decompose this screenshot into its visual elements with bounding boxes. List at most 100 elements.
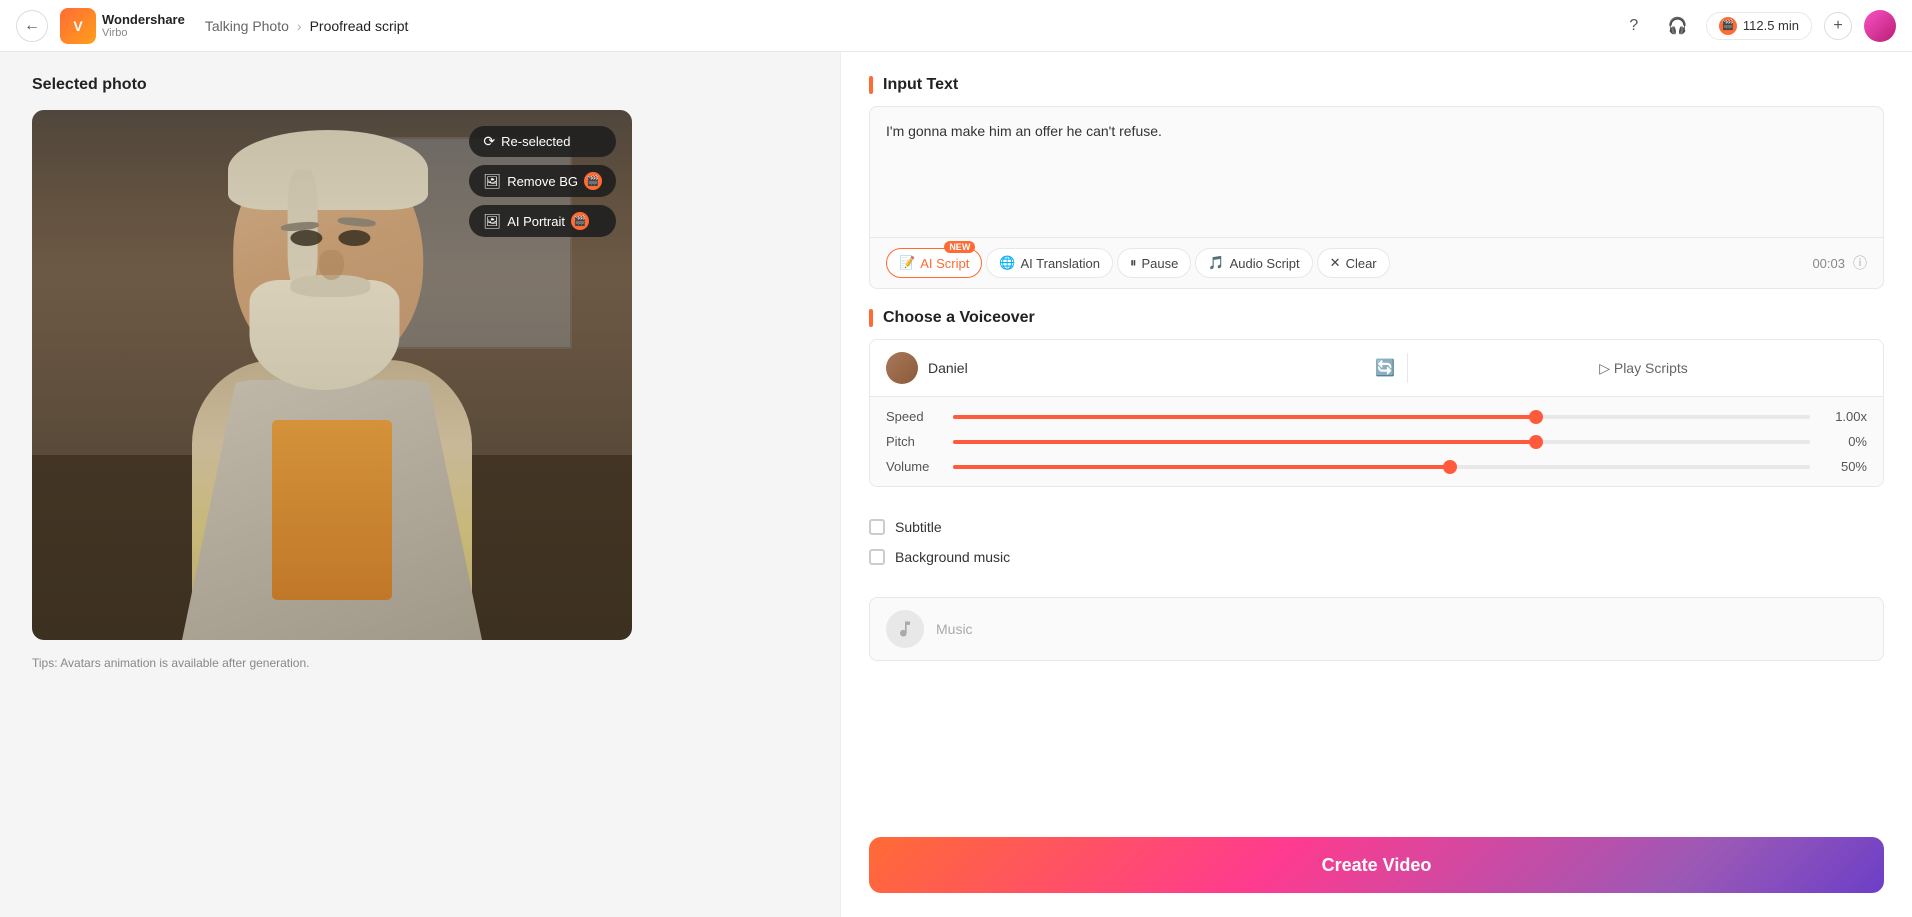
voiceover-header: Daniel 🔄 ▷ Play Scripts — [870, 340, 1883, 397]
volume-track[interactable] — [953, 465, 1810, 469]
credits-display[interactable]: 🎬 112.5 min — [1706, 12, 1812, 40]
sliders-section: Speed 1.00x Pitch — [870, 397, 1883, 486]
ai-translation-label: AI Translation — [1021, 256, 1101, 271]
time-display: 00:03 — [1812, 256, 1845, 271]
speed-label: Speed — [886, 409, 941, 424]
audio-script-button[interactable]: 🎵 Audio Script — [1195, 248, 1312, 278]
ai-script-icon: 📝 — [899, 255, 915, 271]
music-placeholder: Music — [936, 621, 973, 637]
speed-value: 1.00x — [1822, 409, 1867, 424]
ai-portrait-label: AI Portrait — [507, 214, 565, 229]
ai-script-label: AI Script — [920, 256, 969, 271]
volume-label: Volume — [886, 459, 941, 474]
divider — [1407, 353, 1408, 383]
create-video-label: Create Video — [1322, 855, 1432, 876]
help-button[interactable]: ? — [1618, 10, 1650, 42]
subtitle-checkbox[interactable] — [869, 519, 885, 535]
topbar: ← V Wondershare Virbo Talking Photo › Pr… — [0, 0, 1912, 52]
clear-label: Clear — [1346, 256, 1377, 271]
input-text-title: Input Text — [869, 76, 1884, 94]
remove-bg-badge: 🎬 — [584, 172, 602, 190]
background-music-label: Background music — [895, 549, 1010, 565]
info-icon[interactable]: ⓘ — [1853, 253, 1867, 273]
remove-bg-button[interactable]: 🖼 Remove BG 🎬 — [469, 165, 616, 197]
background-music-checkbox[interactable] — [869, 549, 885, 565]
product-name: Virbo — [102, 27, 185, 39]
volume-value: 50% — [1822, 459, 1867, 474]
tips-text: Tips: Avatars animation is available aft… — [32, 656, 808, 670]
credits-value: 112.5 min — [1743, 18, 1799, 33]
photo-image: ⟳ Re-selected 🖼 Remove BG 🎬 🖼 AI Portrai… — [32, 110, 632, 640]
photo-container: ⟳ Re-selected 🖼 Remove BG 🎬 🖼 AI Portrai… — [32, 110, 632, 640]
pitch-track[interactable] — [953, 440, 1810, 444]
back-button[interactable]: ← — [16, 10, 48, 42]
headphone-icon: 🎧 — [1668, 16, 1688, 36]
input-toolbar: NEW 📝 AI Script 🌐 AI Translation ⏸ Pause — [870, 237, 1883, 288]
pitch-label: Pitch — [886, 434, 941, 449]
reselected-button[interactable]: ⟳ Re-selected — [469, 126, 616, 157]
new-badge: NEW — [944, 241, 975, 253]
music-icon — [886, 610, 924, 648]
left-panel: Selected photo — [0, 52, 840, 917]
input-text-box: I'm gonna make him an offer he can't ref… — [869, 106, 1884, 289]
breadcrumb-current: Proofread script — [310, 18, 409, 34]
voiceover-title: Choose a Voiceover — [869, 309, 1884, 327]
ai-portrait-icon: 🖼 — [483, 213, 501, 230]
subtitle-label: Subtitle — [895, 519, 942, 535]
voice-name: Daniel — [928, 360, 1375, 376]
voiceover-section: Choose a Voiceover Daniel 🔄 ▷ Play Scrip… — [869, 309, 1884, 487]
play-scripts-button[interactable]: ▷ Play Scripts — [1420, 360, 1867, 377]
pitch-thumb[interactable] — [1529, 435, 1543, 449]
ai-portrait-badge: 🎬 — [571, 212, 589, 230]
credit-icon: 🎬 — [1719, 17, 1737, 35]
audio-script-icon: 🎵 — [1208, 255, 1224, 271]
right-panel: Input Text I'm gonna make him an offer h… — [840, 52, 1912, 917]
ai-script-button[interactable]: NEW 📝 AI Script — [886, 248, 982, 278]
speed-track[interactable] — [953, 415, 1810, 419]
breadcrumb-parent: Talking Photo — [205, 18, 289, 34]
voice-avatar — [886, 352, 918, 384]
add-button[interactable]: + — [1824, 12, 1852, 40]
main-content: Selected photo — [0, 52, 1912, 917]
reselected-icon: ⟳ — [483, 133, 495, 150]
audio-script-label: Audio Script — [1230, 256, 1300, 271]
add-icon: + — [1833, 17, 1842, 35]
music-note-icon — [895, 619, 915, 639]
volume-thumb[interactable] — [1443, 460, 1457, 474]
breadcrumb: Talking Photo › Proofread script — [205, 18, 409, 34]
selected-photo-title: Selected photo — [32, 76, 808, 94]
voice-refresh-icon[interactable]: 🔄 — [1375, 358, 1395, 378]
speed-thumb[interactable] — [1529, 410, 1543, 424]
reselected-label: Re-selected — [501, 134, 570, 149]
breadcrumb-arrow: › — [297, 18, 302, 34]
music-section: Music — [869, 597, 1884, 661]
pause-button[interactable]: ⏸ Pause — [1117, 248, 1191, 278]
remove-bg-icon: 🖼 — [483, 173, 501, 190]
speed-fill — [953, 415, 1536, 419]
play-scripts-label: ▷ Play Scripts — [1599, 360, 1688, 377]
pause-icon: ⏸ — [1130, 255, 1137, 271]
logo-icon: V — [60, 8, 96, 44]
ai-translation-icon: 🌐 — [999, 255, 1015, 271]
clear-button[interactable]: ✕ Clear — [1317, 248, 1390, 278]
input-text-section: Input Text I'm gonna make him an offer h… — [869, 76, 1884, 289]
volume-slider-row: Volume 50% — [886, 459, 1867, 474]
pitch-slider-row: Pitch 0% — [886, 434, 1867, 449]
brand-name: Wondershare — [102, 12, 185, 28]
create-video-button[interactable]: Create Video — [869, 837, 1884, 893]
headphone-button[interactable]: 🎧 — [1662, 10, 1694, 42]
background-music-checkbox-row[interactable]: Background music — [869, 549, 1884, 565]
subtitle-checkbox-row[interactable]: Subtitle — [869, 519, 1884, 535]
clear-icon: ✕ — [1330, 255, 1341, 271]
pause-label: Pause — [1142, 256, 1179, 271]
speed-slider-row: Speed 1.00x — [886, 409, 1867, 424]
pitch-value: 0% — [1822, 434, 1867, 449]
input-text-content[interactable]: I'm gonna make him an offer he can't ref… — [870, 107, 1883, 237]
user-avatar[interactable] — [1864, 10, 1896, 42]
checkboxes-section: Subtitle Background music — [869, 507, 1884, 577]
photo-overlay-buttons: ⟳ Re-selected 🖼 Remove BG 🎬 🖼 AI Portrai… — [469, 126, 616, 237]
ai-portrait-button[interactable]: 🖼 AI Portrait 🎬 — [469, 205, 616, 237]
volume-fill — [953, 465, 1450, 469]
remove-bg-label: Remove BG — [507, 174, 578, 189]
ai-translation-button[interactable]: 🌐 AI Translation — [986, 248, 1113, 278]
